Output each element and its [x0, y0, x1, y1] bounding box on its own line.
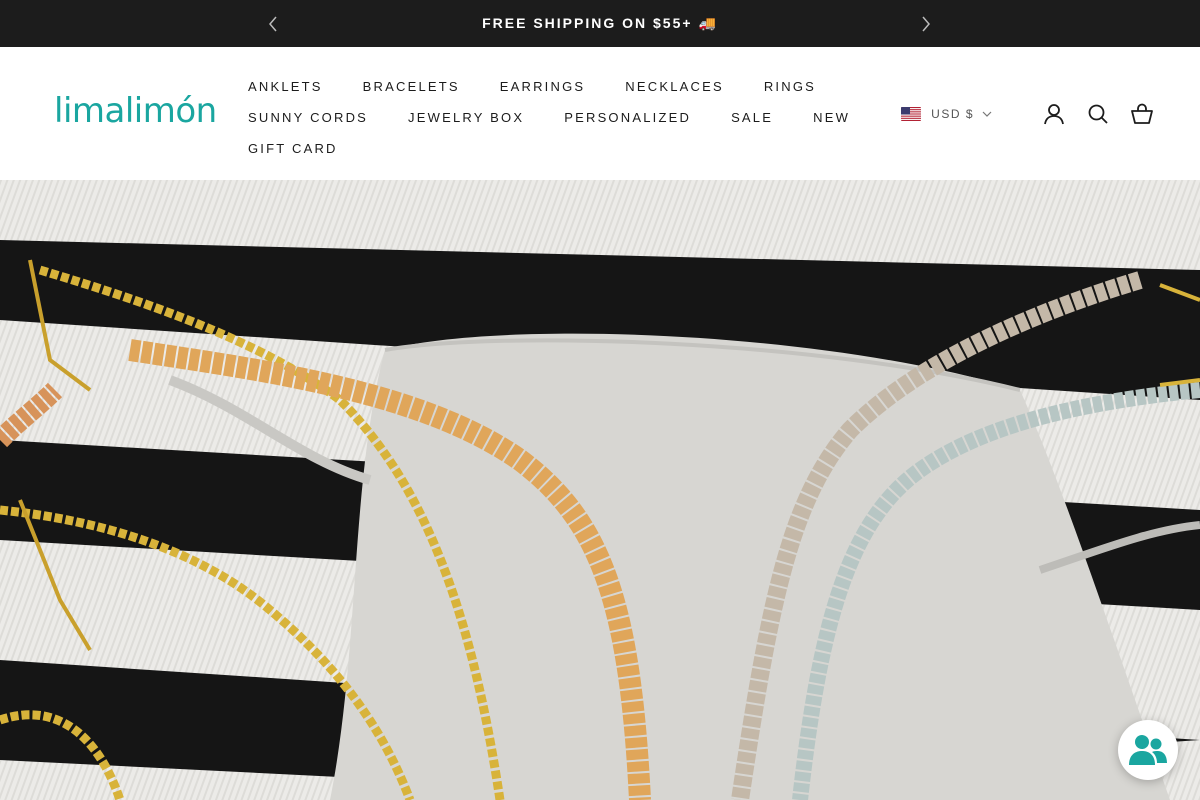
- nav-link-jewelry-box[interactable]: JEWELRY BOX: [408, 110, 524, 125]
- hero-image[interactable]: [0, 180, 1200, 800]
- nav-link-personalized[interactable]: PERSONALIZED: [564, 110, 691, 125]
- cart-icon: [1131, 103, 1153, 124]
- nav-row-2: SUNNY CORDS JEWELRY BOX PERSONALIZED SAL…: [248, 102, 888, 133]
- nav-link-sunny-cords[interactable]: SUNNY CORDS: [248, 110, 368, 125]
- nav-row-3: GIFT CARD: [248, 133, 888, 164]
- nav-row-1: ANKLETS BRACELETS EARRINGS NECKLACES RIN…: [248, 71, 888, 102]
- search-icon: [1088, 104, 1108, 124]
- account-icon: [1044, 104, 1064, 125]
- nav-link-anklets[interactable]: ANKLETS: [248, 79, 323, 94]
- nav-link-earrings[interactable]: EARRINGS: [500, 79, 586, 94]
- us-flag-icon: [901, 107, 922, 121]
- cart-button[interactable]: [1130, 102, 1154, 126]
- chevron-down-icon: [982, 111, 992, 117]
- main-nav: ANKLETS BRACELETS EARRINGS NECKLACES RIN…: [248, 71, 888, 164]
- header-tools: USD $: [901, 103, 1154, 125]
- nav-link-gift-card[interactable]: GIFT CARD: [248, 141, 338, 156]
- currency-selector[interactable]: USD $: [901, 107, 992, 121]
- nav-link-bracelets[interactable]: BRACELETS: [363, 79, 460, 94]
- account-button[interactable]: [1042, 102, 1066, 126]
- announcement-bar: FREE SHIPPING ON $55+ 🚚: [0, 0, 1200, 47]
- chat-launcher-button[interactable]: [1118, 720, 1178, 780]
- announcement-next-button[interactable]: [915, 13, 937, 35]
- site-header: limalimón ANKLETS BRACELETS EARRINGS NEC…: [0, 47, 1200, 180]
- nav-link-necklaces[interactable]: NECKLACES: [625, 79, 724, 94]
- currency-label: USD $: [931, 107, 974, 121]
- brand-logo[interactable]: limalimón: [54, 91, 217, 131]
- nav-link-rings[interactable]: RINGS: [764, 79, 816, 94]
- search-button[interactable]: [1086, 102, 1110, 126]
- chat-people-icon: [1129, 735, 1167, 765]
- chevron-right-icon: [922, 16, 930, 32]
- nav-link-new[interactable]: NEW: [813, 110, 850, 125]
- announcement-text: FREE SHIPPING ON $55+ 🚚: [482, 15, 718, 31]
- nav-link-sale[interactable]: SALE: [731, 110, 773, 125]
